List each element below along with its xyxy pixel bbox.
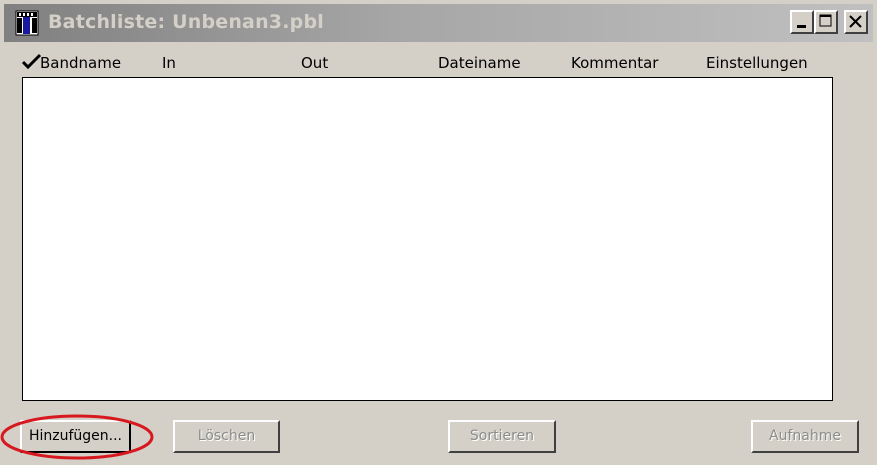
column-header-kommentar[interactable]: Kommentar bbox=[571, 54, 658, 72]
column-header-in[interactable]: In bbox=[162, 54, 176, 72]
batch-list[interactable] bbox=[22, 77, 833, 401]
batch-list-window: Batchliste: Unbenan3.pbl Bandname In Out… bbox=[0, 0, 877, 465]
minimize-icon bbox=[797, 25, 806, 28]
sort-button[interactable]: Sortieren bbox=[448, 420, 556, 453]
close-button[interactable] bbox=[844, 10, 868, 34]
checkmark-icon bbox=[22, 53, 42, 70]
close-icon bbox=[849, 15, 862, 28]
minimize-button[interactable] bbox=[790, 10, 814, 34]
column-header-bandname[interactable]: Bandname bbox=[40, 54, 121, 72]
maximize-icon bbox=[819, 14, 832, 27]
maximize-button[interactable] bbox=[814, 10, 838, 34]
column-header-einstellungen[interactable]: Einstellungen bbox=[706, 54, 808, 72]
film-clip-icon bbox=[15, 10, 39, 36]
title-bar[interactable]: Batchliste: Unbenan3.pbl bbox=[4, 4, 873, 42]
record-button[interactable]: Aufnahme bbox=[751, 420, 859, 453]
column-header-dateiname[interactable]: Dateiname bbox=[438, 54, 521, 72]
window-title: Batchliste: Unbenan3.pbl bbox=[48, 11, 324, 33]
column-header-row: Bandname In Out Dateiname Kommentar Eins… bbox=[22, 50, 832, 76]
column-header-out[interactable]: Out bbox=[301, 54, 328, 72]
add-button[interactable]: Hinzufügen... bbox=[20, 420, 131, 453]
delete-button[interactable]: Löschen bbox=[173, 420, 280, 453]
